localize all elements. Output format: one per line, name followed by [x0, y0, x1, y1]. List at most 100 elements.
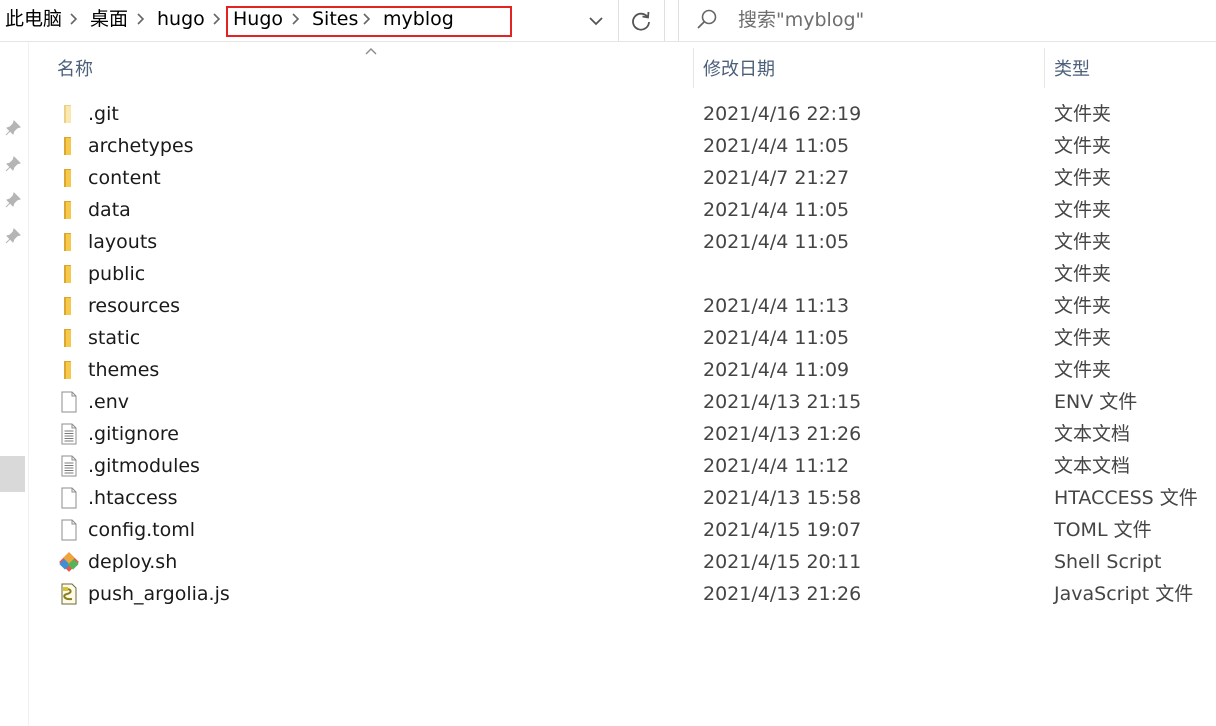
highlight-box: [226, 6, 512, 37]
file-row[interactable]: .env 2021/4/13 21:15 ENV 文件: [50, 386, 1210, 418]
file-icon: [58, 519, 80, 541]
file-name[interactable]: resources: [88, 293, 180, 319]
file-type: 文件夹: [1054, 359, 1112, 381]
breadcrumb-hugo[interactable]: hugo: [157, 6, 205, 32]
file-name[interactable]: themes: [88, 357, 159, 383]
file-type: 文件夹: [1054, 263, 1112, 285]
file-icon: [58, 391, 80, 413]
file-row[interactable]: themes 2021/4/4 11:09 文件夹: [50, 354, 1210, 386]
file-modified-date: 2021/4/4 11:05: [703, 327, 850, 349]
chevron-right-icon[interactable]: [209, 11, 225, 27]
breadcrumb-desktop[interactable]: 桌面: [90, 6, 128, 32]
file-name[interactable]: .gitmodules: [88, 453, 200, 479]
file-row[interactable]: static 2021/4/4 11:05 文件夹: [50, 322, 1210, 354]
divider: [618, 0, 619, 41]
file-name[interactable]: static: [88, 325, 140, 351]
file-modified-date: 2021/4/4 11:05: [703, 135, 850, 157]
file-modified-date: 2021/4/13 15:58: [703, 487, 862, 509]
column-header-type[interactable]: 类型: [1054, 58, 1090, 82]
pin-icon[interactable]: [4, 191, 22, 209]
file-modified-date: 2021/4/4 11:05: [703, 199, 850, 221]
file-row[interactable]: push_argolia.js 2021/4/13 21:26 JavaScript…: [50, 578, 1210, 610]
file-type: 文本文档: [1054, 455, 1131, 477]
file-modified-date: 2021/4/4 11:09: [703, 359, 850, 381]
file-type: 文件夹: [1054, 103, 1112, 125]
column-divider[interactable]: [1044, 48, 1045, 88]
pin-icon[interactable]: [4, 227, 22, 245]
divider: [678, 0, 679, 41]
file-name[interactable]: .gitignore: [88, 421, 179, 447]
column-divider[interactable]: [693, 48, 694, 88]
javascript-file-icon: [58, 583, 80, 605]
file-type: 文件夹: [1054, 231, 1112, 253]
file-type: 文本文档: [1054, 423, 1131, 445]
file-modified-date: 2021/4/16 22:19: [703, 103, 862, 125]
file-name[interactable]: .env: [88, 389, 129, 415]
file-row[interactable]: .htaccess 2021/4/13 15:58 HTACCESS 文件: [50, 482, 1210, 514]
file-name[interactable]: layouts: [88, 229, 157, 255]
file-type: 文件夹: [1054, 295, 1112, 317]
file-type: Shell Script: [1054, 551, 1162, 573]
file-row[interactable]: .git 2021/4/16 22:19 文件夹: [50, 98, 1210, 130]
folder-icon: [58, 327, 80, 349]
breadcrumb-this-pc[interactable]: 此电脑: [5, 6, 62, 32]
folder-icon: [58, 103, 80, 125]
file-name[interactable]: deploy.sh: [88, 549, 177, 575]
search-input[interactable]: 搜索"myblog": [738, 7, 864, 33]
folder-icon: [58, 359, 80, 381]
pin-icon[interactable]: [4, 119, 22, 137]
file-type: JavaScript 文件: [1054, 583, 1194, 605]
chevron-right-icon[interactable]: [133, 11, 149, 27]
sort-ascending-icon: [365, 48, 377, 55]
file-type: ENV 文件: [1054, 391, 1138, 413]
file-type: HTACCESS 文件: [1054, 487, 1198, 509]
folder-icon: [58, 199, 80, 221]
file-type: 文件夹: [1054, 327, 1112, 349]
file-row[interactable]: resources 2021/4/4 11:13 文件夹: [50, 290, 1210, 322]
git-script-icon: [58, 551, 80, 573]
file-row[interactable]: content 2021/4/7 21:27 文件夹: [50, 162, 1210, 194]
file-modified-date: 2021/4/13 21:26: [703, 423, 862, 445]
file-modified-date: 2021/4/13 21:26: [703, 583, 862, 605]
refresh-icon[interactable]: [628, 8, 654, 34]
file-name[interactable]: archetypes: [88, 133, 194, 159]
file-name[interactable]: .git: [88, 101, 119, 127]
file-row[interactable]: config.toml 2021/4/15 19:07 TOML 文件: [50, 514, 1210, 546]
column-header-name[interactable]: 名称: [57, 58, 93, 82]
pin-icon[interactable]: [4, 155, 22, 173]
file-name[interactable]: content: [88, 165, 161, 191]
column-header-date[interactable]: 修改日期: [703, 58, 775, 82]
file-row[interactable]: public 文件夹: [50, 258, 1210, 290]
file-row[interactable]: data 2021/4/4 11:05 文件夹: [50, 194, 1210, 226]
search-icon[interactable]: [694, 7, 720, 33]
file-row[interactable]: layouts 2021/4/4 11:05 文件夹: [50, 226, 1210, 258]
chevron-down-icon[interactable]: [584, 10, 608, 32]
file-row[interactable]: archetypes 2021/4/4 11:05 文件夹: [50, 130, 1210, 162]
chevron-right-icon[interactable]: [66, 11, 82, 27]
file-name[interactable]: public: [88, 261, 145, 287]
divider: [0, 41, 1216, 42]
file-name[interactable]: .htaccess: [88, 485, 178, 511]
file-modified-date: 2021/4/15 20:11: [703, 551, 862, 573]
file-row[interactable]: .gitignore 2021/4/13 21:26 文本文档: [50, 418, 1210, 450]
text-file-icon: [58, 455, 80, 477]
folder-icon: [58, 295, 80, 317]
navigation-pane: [0, 42, 29, 726]
divider: [664, 0, 665, 41]
file-row[interactable]: deploy.sh 2021/4/15 20:11 Shell Script: [50, 546, 1210, 578]
file-modified-date: 2021/4/13 21:15: [703, 391, 862, 413]
file-modified-date: 2021/4/4 11:05: [703, 231, 850, 253]
file-name[interactable]: push_argolia.js: [88, 581, 230, 607]
file-modified-date: 2021/4/4 11:13: [703, 295, 850, 317]
file-modified-date: 2021/4/4 11:12: [703, 455, 850, 477]
file-icon: [58, 487, 80, 509]
file-name[interactable]: data: [88, 197, 131, 223]
file-name[interactable]: config.toml: [88, 517, 195, 543]
scrollbar-thumb[interactable]: [0, 456, 25, 492]
folder-icon: [58, 167, 80, 189]
folder-icon: [58, 135, 80, 157]
file-type: TOML 文件: [1054, 519, 1152, 541]
file-modified-date: 2021/4/15 19:07: [703, 519, 862, 541]
file-row[interactable]: .gitmodules 2021/4/4 11:12 文本文档: [50, 450, 1210, 482]
folder-icon: [58, 263, 80, 285]
